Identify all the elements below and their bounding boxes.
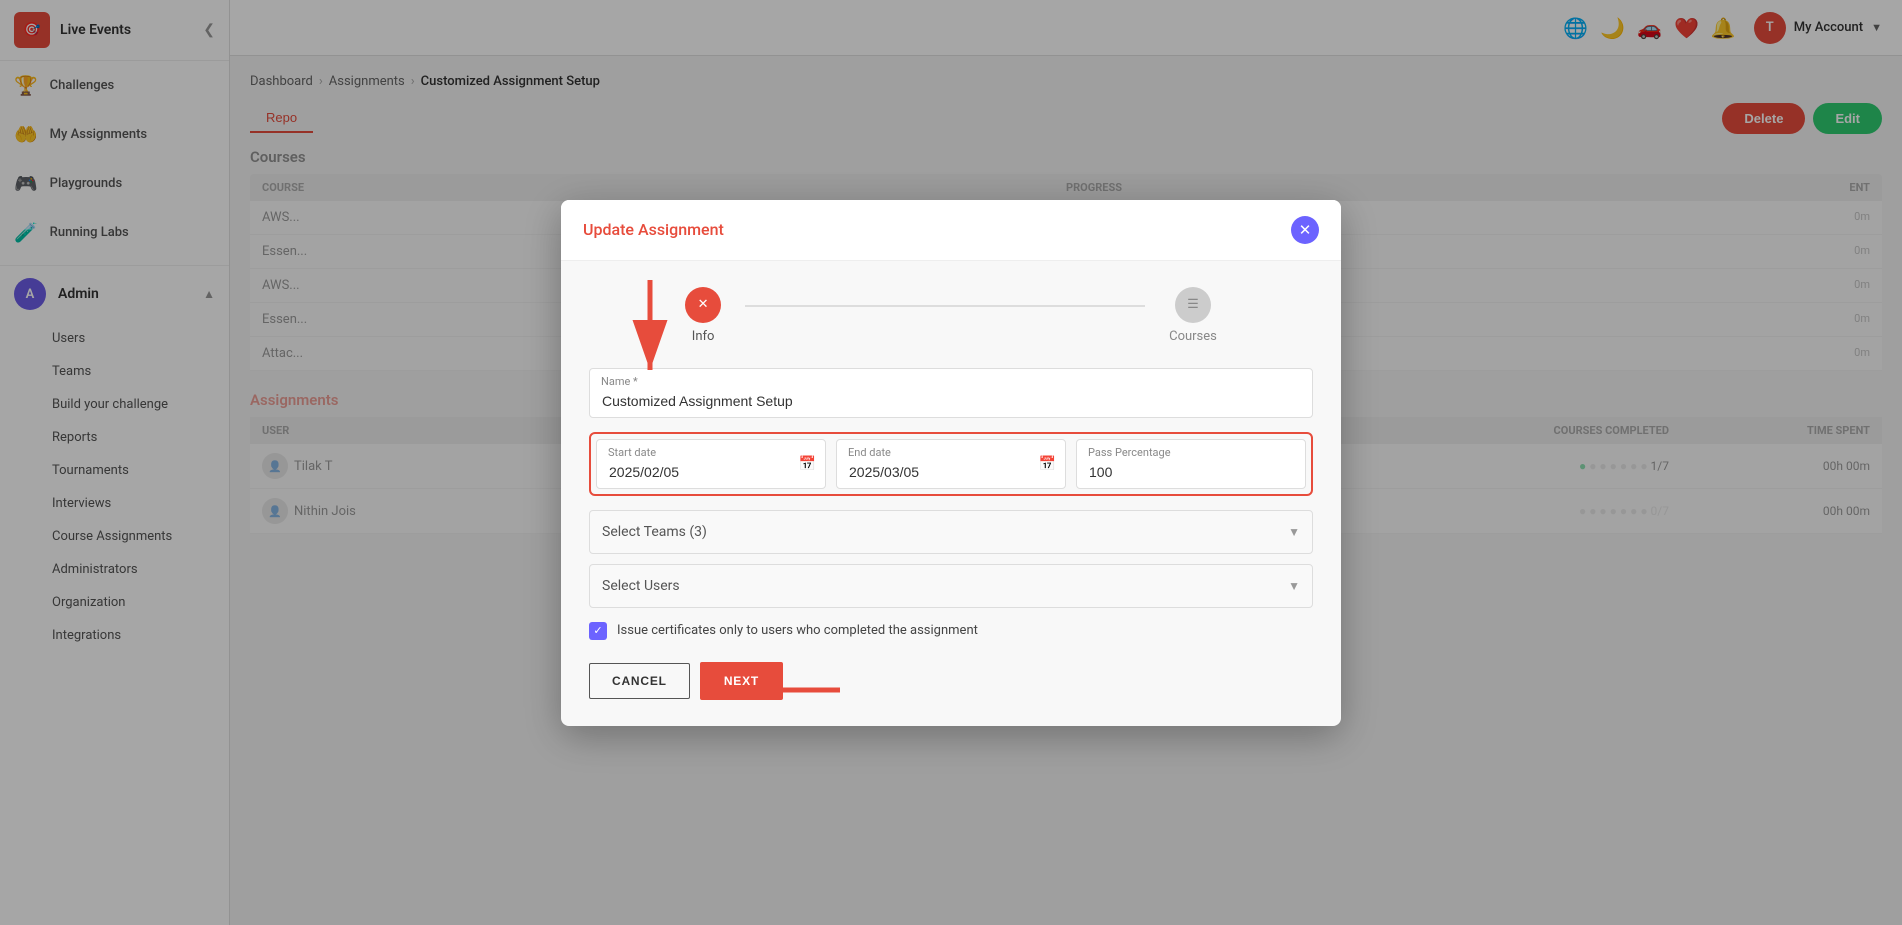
certificate-checkbox-label: Issue certificates only to users who com… <box>617 623 978 638</box>
start-date-calendar-icon[interactable]: 📅 <box>799 456 816 472</box>
step-info-label: Info <box>692 329 715 344</box>
select-teams-chevron-icon: ▼ <box>1288 525 1300 539</box>
cancel-button[interactable]: CANCEL <box>589 663 690 699</box>
date-row: Start date 📅 End date 📅 Pass Percentage <box>596 439 1306 489</box>
modal-close-button[interactable]: ✕ <box>1291 216 1319 244</box>
select-teams-label: Select Teams (3) <box>602 524 707 540</box>
pass-percentage-wrapper: Pass Percentage <box>1076 439 1306 489</box>
step-courses: ☰ Courses <box>1169 287 1217 344</box>
end-date-wrapper: End date 📅 <box>836 439 1066 489</box>
select-users-chevron-icon: ▼ <box>1288 579 1300 593</box>
step-courses-label: Courses <box>1169 329 1217 344</box>
step-info: ✕ Info <box>685 287 721 344</box>
modal-overlay: Update Assignment ✕ ✕ Info ☰ Courses Nam… <box>0 0 1902 925</box>
name-field-wrapper: Name * <box>589 368 1313 418</box>
modal-body: ✕ Info ☰ Courses Name * Start <box>561 261 1341 726</box>
name-input[interactable] <box>589 368 1313 418</box>
modal-title: Update Assignment <box>583 220 724 239</box>
modal-header: Update Assignment ✕ <box>561 200 1341 261</box>
pass-percentage-input[interactable] <box>1076 439 1306 489</box>
start-date-wrapper: Start date 📅 <box>596 439 826 489</box>
modal: Update Assignment ✕ ✕ Info ☰ Courses Nam… <box>561 200 1341 726</box>
date-row-highlighted: Start date 📅 End date 📅 Pass Percentage <box>589 432 1313 496</box>
select-users-field[interactable]: Select Users ▼ <box>589 564 1313 608</box>
next-button[interactable]: NEXT <box>700 662 783 700</box>
select-teams-field[interactable]: Select Teams (3) ▼ <box>589 510 1313 554</box>
end-date-input[interactable] <box>836 439 1066 489</box>
step-courses-circle: ☰ <box>1175 287 1211 323</box>
modal-footer: CANCEL NEXT <box>589 662 1313 700</box>
step-info-circle: ✕ <box>685 287 721 323</box>
start-date-input[interactable] <box>596 439 826 489</box>
end-date-calendar-icon[interactable]: 📅 <box>1039 456 1056 472</box>
certificate-checkbox[interactable]: ✓ <box>589 622 607 640</box>
certificate-checkbox-row: ✓ Issue certificates only to users who c… <box>589 622 1313 640</box>
stepper: ✕ Info ☰ Courses <box>589 287 1313 344</box>
select-users-label: Select Users <box>602 578 680 594</box>
step-line <box>745 305 1145 307</box>
